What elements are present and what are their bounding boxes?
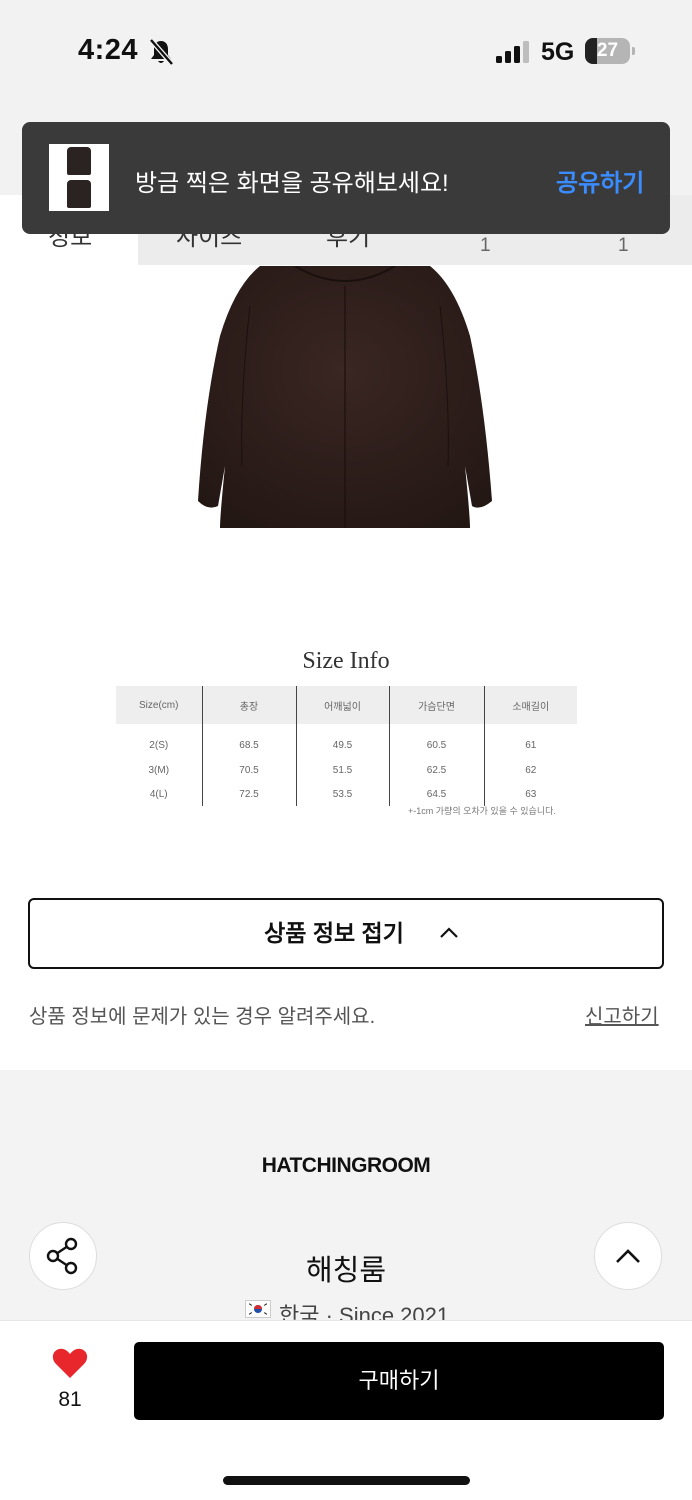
scroll-to-top-button[interactable] — [594, 1222, 662, 1290]
size-table-cell: 51.5 — [296, 758, 390, 782]
size-table-header-cell: 어깨넓이 — [296, 686, 390, 724]
size-table-cell: 62.5 — [389, 758, 485, 782]
brand-logo[interactable]: HATCHINGROOM — [0, 1154, 692, 1178]
size-table-cell: 62 — [525, 764, 537, 776]
battery-icon: 27 — [585, 38, 635, 64]
size-table-cell: 64.5 — [389, 782, 485, 806]
heart-icon[interactable] — [52, 1347, 88, 1379]
network-type: 5G — [541, 38, 575, 66]
bell-muted-icon — [149, 38, 174, 66]
buy-button[interactable]: 구매하기 — [134, 1342, 664, 1420]
size-info-title: Size Info — [302, 648, 390, 674]
chevron-up-icon — [616, 1249, 640, 1263]
size-table-header: Size(cm) 총장 어깨넓이 가슴단면 소매길이 — [116, 686, 577, 724]
product-image — [198, 266, 492, 528]
bottom-action-bar: 81 구매하기 — [0, 1320, 692, 1500]
size-table-header-cell: Size(cm) — [116, 686, 203, 724]
screenshot-share-toast: 방금 찍은 화면을 공유해보세요! 공유하기 — [22, 122, 670, 234]
size-table-row: 4(L) 72.5 53.5 64.5 63 — [116, 782, 577, 806]
size-table: Size(cm) 총장 어깨넓이 가슴단면 소매길이 2(S) 68.5 49.… — [116, 686, 577, 806]
toast-share-button[interactable]: 공유하기 — [556, 163, 644, 198]
size-table-header-cell: 소매길이 — [484, 686, 577, 724]
size-table-cell: 2(S) — [116, 724, 203, 758]
report-prompt: 상품 정보에 문제가 있는 경우 알려주세요. — [29, 1006, 376, 1028]
collapse-button-label: 상품 정보 접기 — [264, 920, 404, 946]
size-table-cell: 68.5 — [202, 724, 297, 758]
size-tolerance-note: +-1cm 가량의 오차가 있을 수 있습니다. — [408, 806, 556, 816]
toast-message: 방금 찍은 화면을 공유해보세요! — [135, 170, 449, 197]
size-table-header-cell: 가슴단면 — [389, 686, 485, 724]
size-table-cell: 49.5 — [296, 724, 390, 758]
report-link[interactable]: 신고하기 — [585, 1000, 659, 1029]
home-indicator — [223, 1476, 470, 1485]
buy-button-label: 구매하기 — [358, 1368, 440, 1393]
size-table-header-cell: 총장 — [202, 686, 297, 724]
size-table-cell: 53.5 — [296, 782, 390, 806]
size-table-cell: 61 — [525, 739, 537, 751]
size-table-row: 2(S) 68.5 49.5 60.5 61 — [116, 724, 577, 758]
status-time: 4:24 — [78, 34, 139, 66]
tab-reviews-count: 1 — [480, 235, 491, 256]
cellular-signal-icon — [496, 41, 529, 63]
size-table-cell: 3(M) — [116, 758, 203, 782]
brand-section: HATCHINGROOM 해칭룸 한국 · Since 2021 — [0, 1070, 692, 1328]
battery-percent: 27 — [596, 40, 619, 61]
korea-flag-icon — [245, 1300, 271, 1318]
tab-qna-count: 1 — [618, 235, 629, 256]
collapse-product-info-button[interactable]: 상품 정보 접기 — [28, 898, 664, 969]
size-table-cell: 72.5 — [202, 782, 297, 806]
brand-name[interactable]: 해칭룸 — [0, 1247, 692, 1289]
size-table-cell: 63 — [525, 788, 537, 800]
like-count: 81 — [58, 1388, 82, 1411]
screenshot-thumbnail[interactable] — [49, 144, 109, 211]
size-table-cell: 70.5 — [202, 758, 297, 782]
size-table-cell: 4(L) — [116, 782, 203, 806]
chevron-up-icon — [440, 927, 458, 938]
size-table-row: 3(M) 70.5 51.5 62.5 62 — [116, 758, 577, 782]
size-table-cell: 60.5 — [389, 724, 485, 758]
